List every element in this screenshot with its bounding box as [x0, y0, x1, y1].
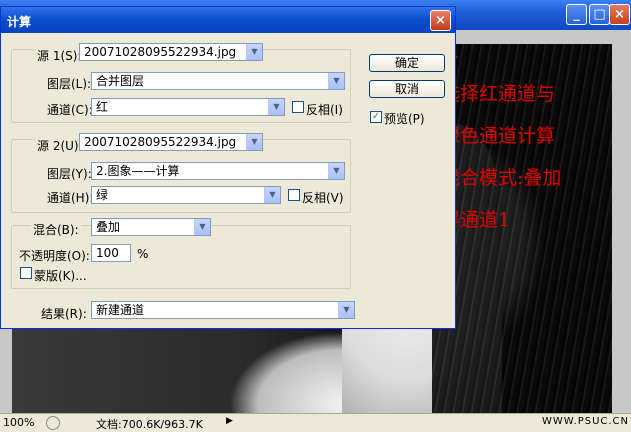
source1-invert-label: 反相(I) — [306, 103, 343, 117]
cancel-button[interactable]: 取消 — [369, 80, 445, 98]
annotation-line: 选择红通道与 — [441, 83, 556, 105]
source2-channel-value: 绿 — [96, 188, 109, 202]
result-value: 新建通道 — [96, 303, 145, 317]
status-menu-arrow-icon[interactable]: ▶ — [226, 416, 233, 426]
source1-channel-value: 红 — [96, 100, 109, 114]
result-select[interactable]: 新建通道 ▼ — [91, 301, 355, 319]
close-icon[interactable]: × — [430, 10, 451, 31]
source2-label: 源 2(U): — [35, 137, 85, 154]
chevron-down-icon: ▼ — [194, 219, 210, 235]
source2-layer-value: 2.图象——计算 — [96, 164, 180, 178]
chevron-down-icon: ▼ — [328, 163, 344, 179]
source1-layer-value: 合并图层 — [96, 74, 145, 88]
chevron-down-icon: ▼ — [264, 187, 280, 203]
source1-invert-checkbox[interactable] — [292, 101, 304, 113]
dialog-title: 计算 — [7, 15, 32, 29]
opacity-unit: % — [137, 247, 149, 261]
result-label: 结果(R): — [41, 307, 87, 321]
zoom-level[interactable]: 100% — [3, 416, 34, 429]
source2-invert-label: 反相(V) — [302, 191, 344, 205]
blending-mode-value: 叠加 — [96, 220, 121, 234]
chevron-down-icon: ▼ — [328, 73, 344, 89]
watermark: WWW.PSUC.CN — [542, 416, 630, 427]
source2-layer-label: 图层(Y): — [47, 167, 92, 181]
mask-label: 蒙版(K)... — [34, 269, 87, 283]
source1-layer-select[interactable]: 合并图层 ▼ — [91, 72, 345, 90]
annotation-line: 绿色通道计算 — [441, 125, 556, 147]
source2-channel-select[interactable]: 绿 ▼ — [91, 186, 281, 204]
close-icon[interactable]: × — [609, 4, 630, 25]
mask-checkbox[interactable] — [20, 267, 32, 279]
status-bar: 100% 文档:700.6K/963.7K ▶ WWW.PSUC.CN — [0, 413, 631, 431]
maximize-icon[interactable]: □ — [589, 4, 610, 25]
checkmark-icon: ✓ — [371, 111, 381, 122]
blending-label: 混合(B): — [31, 221, 81, 238]
annotation-line: 得通道1 — [441, 209, 511, 231]
chevron-down-icon: ▼ — [338, 302, 354, 318]
annotation-line: 3. — [441, 31, 631, 73]
source1-file-value: 20071028095522934.jpg — [84, 45, 237, 59]
source1-file-select[interactable]: 20071028095522934.jpg ▼ — [79, 43, 263, 61]
preview-label: 预览(P) — [384, 112, 425, 126]
calculations-dialog: 计算 × 源 1(S): 20071028095522934.jpg ▼ 图层(… — [0, 6, 456, 329]
source2-file-select[interactable]: 20071028095522934.jpg ▼ — [79, 133, 263, 151]
blending-mode-select[interactable]: 叠加 ▼ — [91, 218, 211, 236]
navigator-icon[interactable] — [46, 416, 60, 430]
dialog-titlebar[interactable]: 计算 × — [1, 7, 455, 33]
source1-channel-select[interactable]: 红 ▼ — [91, 98, 285, 116]
source2-layer-select[interactable]: 2.图象——计算 ▼ — [91, 162, 345, 180]
source1-layer-label: 图层(L): — [47, 77, 92, 91]
chevron-down-icon: ▼ — [246, 44, 262, 60]
source2-file-value: 20071028095522934.jpg — [84, 135, 237, 149]
source1-channel-label: 通道(C): — [47, 103, 93, 117]
chevron-down-icon: ▼ — [246, 134, 262, 150]
source1-label: 源 1(S): — [35, 47, 84, 64]
source2-invert-checkbox[interactable] — [288, 189, 300, 201]
tutorial-annotation: 3. 选择红通道与 绿色通道计算 混合模式:叠加 得通道1 — [441, 31, 631, 241]
preview-checkbox[interactable]: ✓ — [370, 111, 382, 123]
annotation-line: 混合模式:叠加 — [441, 167, 562, 189]
opacity-label: 不透明度(O): — [19, 249, 90, 263]
chevron-down-icon: ▼ — [268, 99, 284, 115]
source2-channel-label: 通道(H): — [47, 191, 94, 205]
minimize-icon[interactable]: _ — [566, 4, 587, 25]
ok-button[interactable]: 确定 — [369, 54, 445, 72]
opacity-input[interactable]: 100 — [91, 244, 131, 262]
